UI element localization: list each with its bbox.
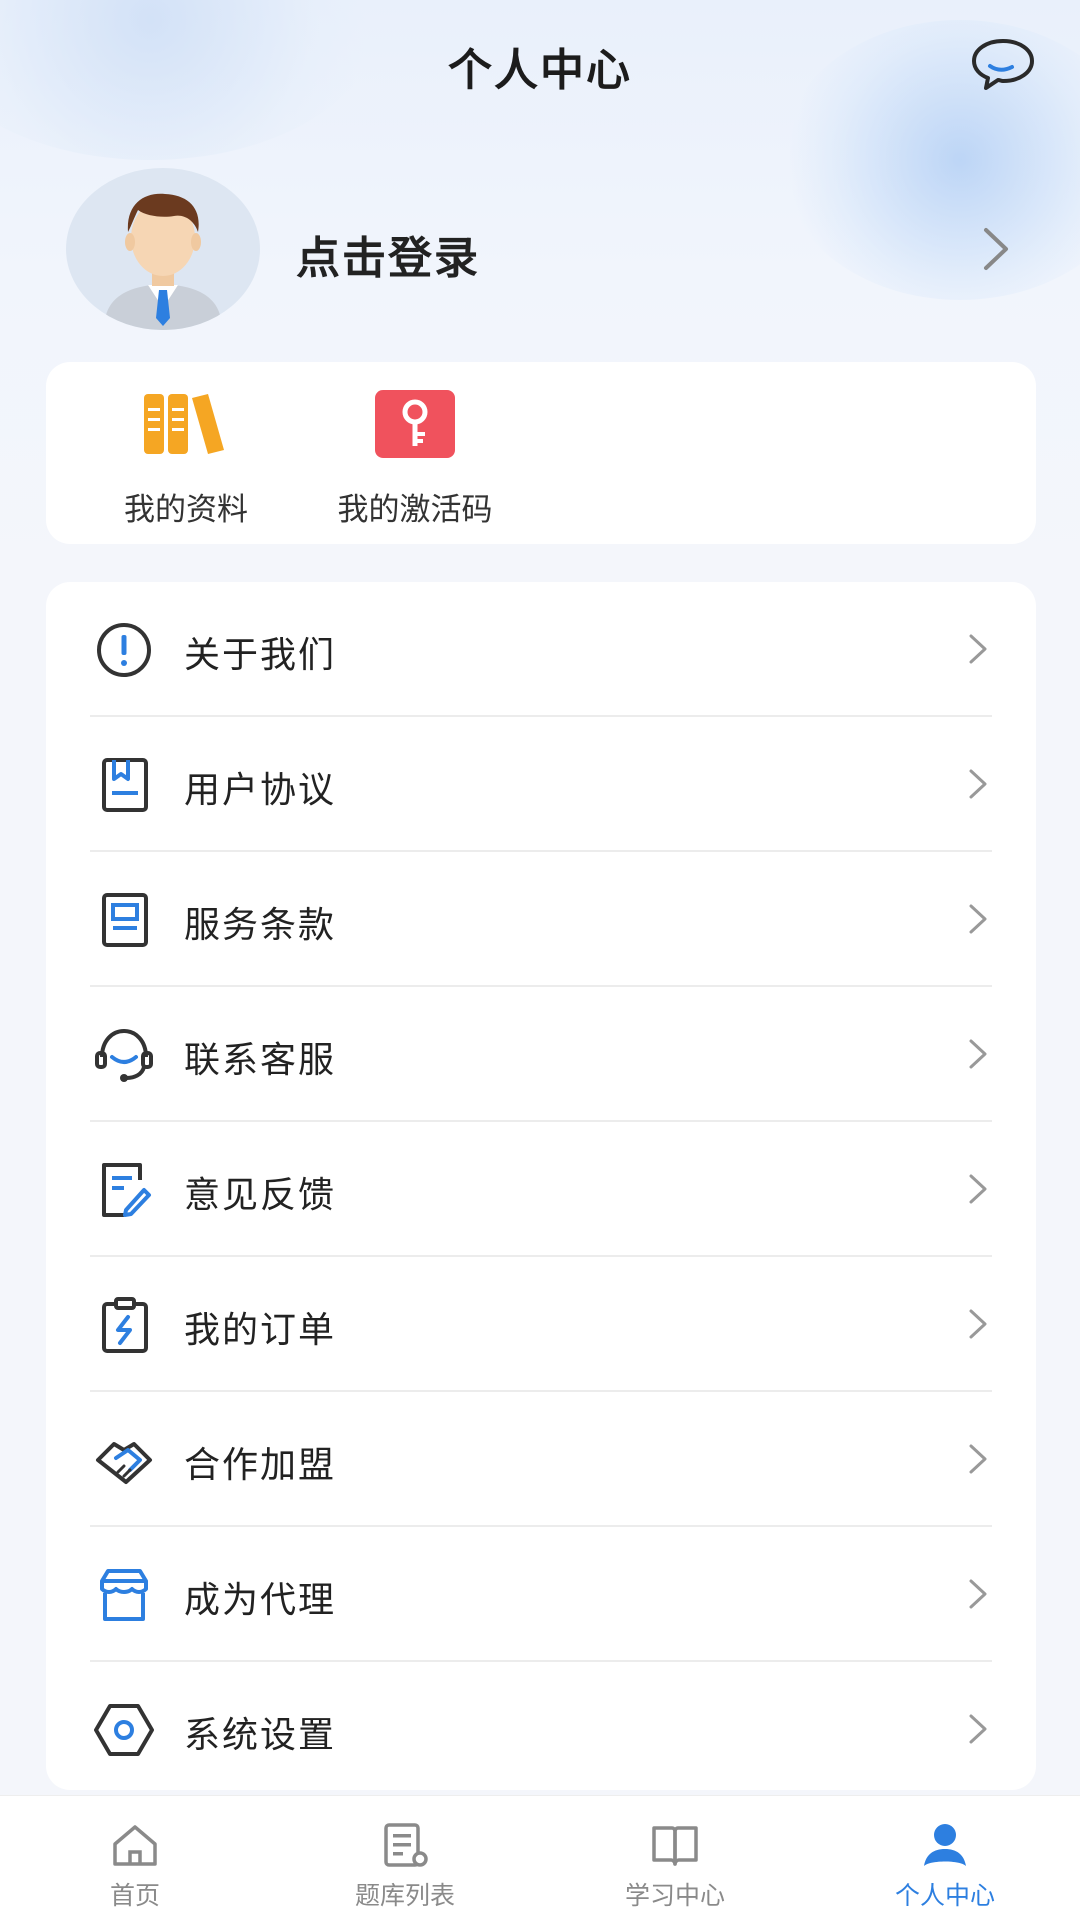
menu-item-label: 意见反馈 (184, 1175, 337, 1216)
quick-action-activation-code[interactable]: 我的激活码 (330, 390, 500, 529)
agreement-icon (102, 758, 148, 812)
menu-item-label: 系统设置 (184, 1715, 337, 1756)
chevron-right-icon (969, 904, 987, 934)
tab-label: 个人中心 (894, 1881, 995, 1910)
menu-item-label: 联系客服 (184, 1040, 337, 1081)
menu-list: 关于我们 用户协议 服务条款 联系客服 意见反馈 我的订单 合作加盟 成为代理 … (46, 582, 1036, 1790)
menu-item-franchise[interactable]: 合作加盟 (46, 1392, 1036, 1527)
menu-item-label: 用户协议 (184, 770, 337, 811)
menu-item-label: 成为代理 (184, 1580, 337, 1621)
tab-question-bank[interactable]: 题库列表 (270, 1796, 540, 1920)
books-icon (144, 394, 224, 454)
chevron-right-icon (984, 228, 1008, 270)
question-bank-icon (384, 1823, 428, 1867)
profile-login-row[interactable]: 点击登录 (66, 168, 1016, 330)
menu-item-feedback[interactable]: 意见反馈 (46, 1122, 1036, 1257)
chevron-right-icon (969, 769, 987, 799)
info-icon (97, 623, 151, 677)
tab-home[interactable]: 首页 (0, 1796, 270, 1920)
chevron-right-icon (969, 1714, 987, 1744)
user-avatar-icon (104, 193, 222, 330)
quick-actions-card: 我的资料 我的激活码 (46, 362, 1036, 544)
tab-label: 题库列表 (354, 1881, 455, 1910)
avatar[interactable] (66, 168, 260, 330)
quick-action-label: 我的资料 (124, 492, 248, 528)
page-title: 个人中心 (448, 45, 632, 96)
feedback-icon (102, 1163, 151, 1217)
chevron-right-icon (969, 1039, 987, 1069)
store-icon (100, 1569, 148, 1621)
menu-item-customer-service[interactable]: 联系客服 (46, 987, 1036, 1122)
chevron-right-icon (969, 1174, 987, 1204)
menu-item-label: 关于我们 (184, 635, 337, 676)
menu-item-become-agent[interactable]: 成为代理 (46, 1527, 1036, 1662)
person-icon (924, 1824, 966, 1866)
chevron-right-icon (969, 1579, 987, 1609)
menu-item-label: 服务条款 (184, 905, 337, 946)
order-icon (102, 1297, 148, 1353)
login-label[interactable]: 点击登录 (296, 222, 480, 286)
menu-item-about-us[interactable]: 关于我们 (46, 582, 1036, 717)
menu-item-label: 合作加盟 (184, 1445, 337, 1486)
chevron-right-icon (969, 1309, 987, 1339)
tab-personal-center[interactable]: 个人中心 (810, 1796, 1080, 1920)
menu-item-my-orders[interactable]: 我的订单 (46, 1257, 1036, 1392)
settings-icon (94, 1704, 154, 1756)
terms-icon (102, 893, 148, 947)
headset-icon (95, 1028, 153, 1082)
home-icon (113, 1825, 157, 1866)
key-icon (375, 390, 455, 458)
tab-learning-center[interactable]: 学习中心 (540, 1796, 810, 1920)
chevron-right-icon (969, 634, 987, 664)
menu-item-terms-of-service[interactable]: 服务条款 (46, 852, 1036, 987)
quick-action-label: 我的激活码 (337, 492, 493, 528)
handshake-icon (96, 1442, 152, 1484)
tab-label: 首页 (109, 1881, 160, 1910)
menu-item-label: 我的订单 (184, 1310, 337, 1351)
menu-item-user-agreement[interactable]: 用户协议 (46, 717, 1036, 852)
bottom-tab-bar: 首页 题库列表 学习中心 个人中心 (0, 1795, 1080, 1920)
open-book-icon (652, 1826, 698, 1866)
tab-label: 学习中心 (624, 1881, 725, 1910)
chat-bubble-icon[interactable] (970, 36, 1036, 92)
menu-item-system-settings[interactable]: 系统设置 (46, 1662, 1036, 1790)
chevron-right-icon (969, 1444, 987, 1474)
quick-action-my-materials[interactable]: 我的资料 (124, 390, 248, 529)
